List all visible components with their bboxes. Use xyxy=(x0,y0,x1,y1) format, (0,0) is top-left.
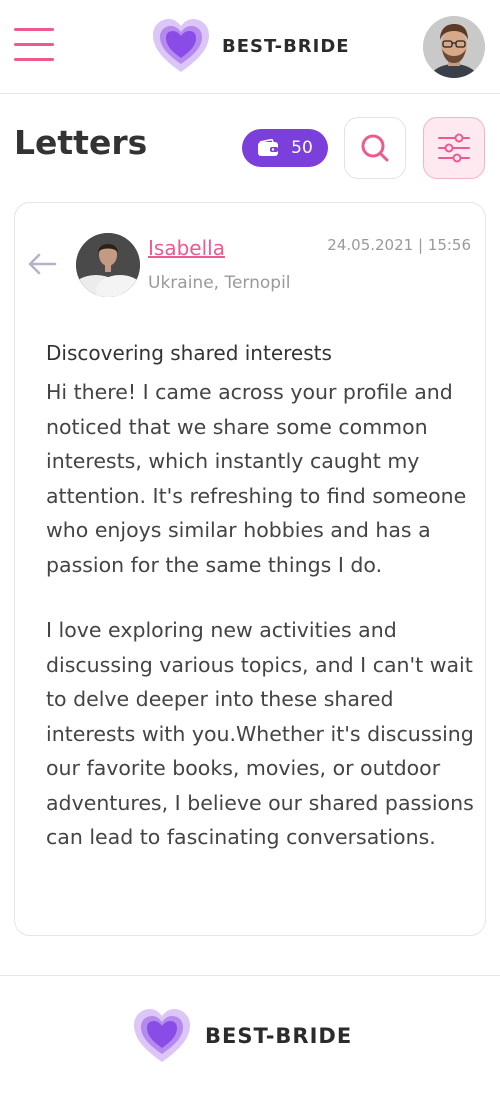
top-header: BEST-BRIDE xyxy=(0,0,500,94)
sender-avatar[interactable] xyxy=(76,233,140,297)
letter-body: Hi there! I came across your profile and… xyxy=(46,375,476,886)
menu-icon[interactable] xyxy=(14,28,56,62)
page-footer: BEST-BRIDE xyxy=(0,975,500,1101)
brand-name: BEST-BRIDE xyxy=(222,35,350,57)
credits-balance-button[interactable]: 50 xyxy=(242,129,328,167)
credits-count: 50 xyxy=(291,138,313,158)
letter-paragraph: I love exploring new activities and disc… xyxy=(46,618,474,849)
page-title-row: Letters 50 xyxy=(0,115,500,181)
arrow-left-icon xyxy=(28,253,57,275)
wallet-icon xyxy=(258,139,279,156)
sender-name-link[interactable]: Isabella xyxy=(148,236,225,260)
sliders-icon xyxy=(438,133,470,163)
footer-brand-name: BEST-BRIDE xyxy=(205,1024,353,1048)
footer-brand-logo[interactable]: BEST-BRIDE xyxy=(133,1008,352,1064)
letter-card: Isabella Ukraine, Ternopil 24.05.2021 | … xyxy=(14,202,486,936)
user-avatar[interactable] xyxy=(423,16,485,78)
page-title: Letters xyxy=(14,123,148,162)
filter-button[interactable] xyxy=(423,117,485,179)
heart-logo-icon xyxy=(134,1009,190,1062)
brand-logo[interactable]: BEST-BRIDE xyxy=(152,18,350,74)
heart-logo-icon xyxy=(153,19,209,72)
letter-timestamp: 24.05.2021 | 15:56 xyxy=(327,236,471,254)
letter-paragraph: Hi there! I came across your profile and… xyxy=(46,380,467,577)
letter-subject: Discovering shared interests xyxy=(46,341,332,365)
user-avatar-image xyxy=(423,16,485,78)
sender-location: Ukraine, Ternopil xyxy=(148,273,291,293)
back-button[interactable] xyxy=(27,253,57,275)
search-icon xyxy=(361,134,389,162)
search-button[interactable] xyxy=(344,117,406,179)
sender-avatar-image xyxy=(76,233,140,297)
